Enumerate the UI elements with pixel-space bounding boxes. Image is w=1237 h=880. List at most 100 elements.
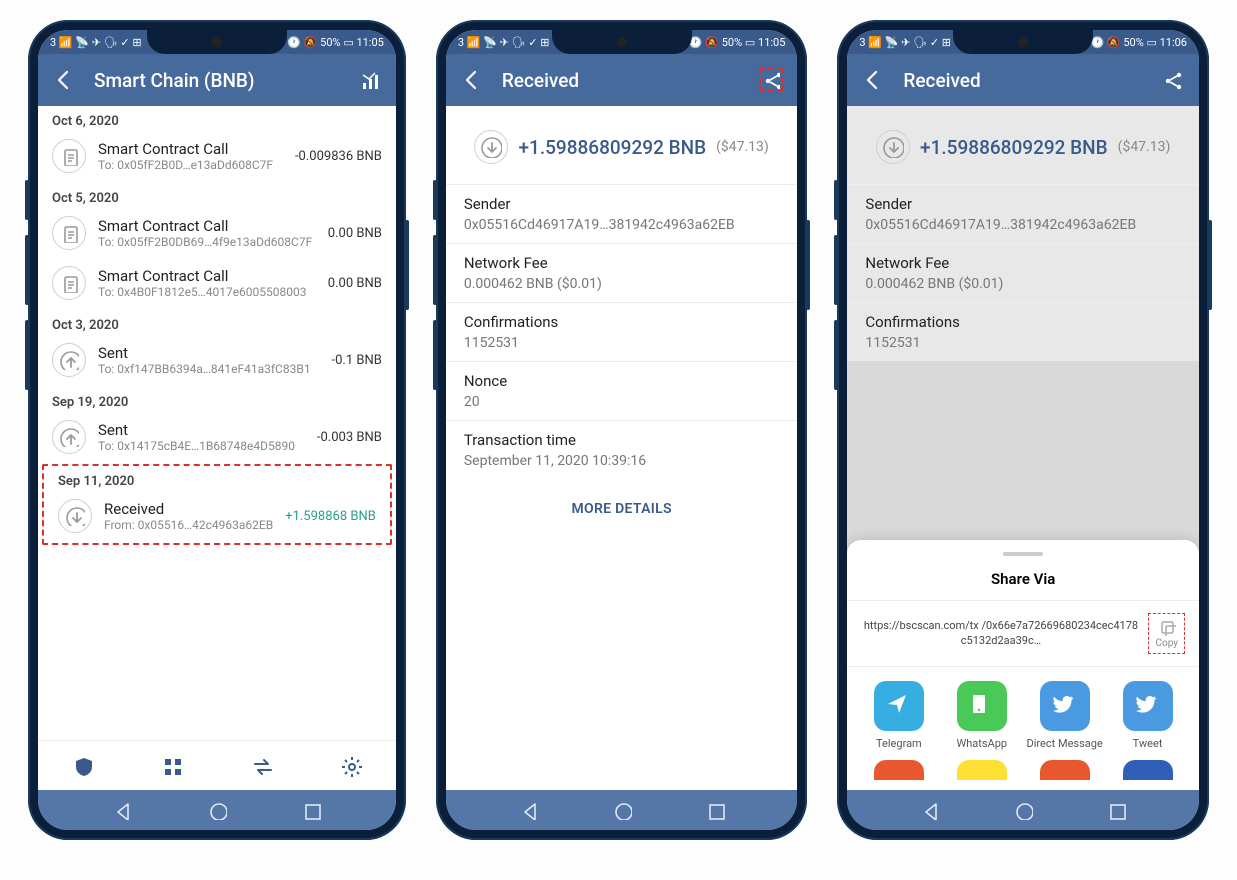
chart-icon[interactable] [358,68,382,92]
detail-value: 0.000462 BNB ($0.01) [464,276,780,292]
detail-row: Confirmations 1152531 [446,302,798,361]
date-header: Oct 3, 2020 [38,310,396,337]
detail-row: Nonce 20 [446,361,798,420]
more-details-button[interactable]: MORE DETAILS [446,479,798,539]
detail-row: Transaction time September 11, 2020 10:3… [446,420,798,479]
tx-amount: +1.59886809292 BNB [518,136,706,159]
nav-back-icon[interactable] [519,800,539,820]
sheet-handle[interactable] [1003,552,1043,556]
received-icon [876,130,910,164]
tx-details: +1.59886809292 BNB ($47.13) Sender 0x055… [446,106,798,790]
share-sheet: Share Via https://bscscan.com/tx /0x66e7… [847,540,1199,790]
dex-tab-icon[interactable] [251,755,273,777]
dapps-tab-icon[interactable] [161,755,183,777]
nav-back-icon[interactable] [920,800,940,820]
detail-label: Transaction time [464,431,780,449]
detail-row: Confirmations1152531 [847,302,1199,361]
tx-details: +1.59886809292 BNB ($47.13) Sender0x0551… [847,106,1199,790]
share-link-text: https://bscscan.com/tx /0x66e7a726696802… [861,619,1140,648]
tx-address: To: 0xf147BB6394a…841eF41a3fC83B1 [98,362,320,376]
tx-amount: 0.00 BNB [328,226,382,241]
app-bar: Received [446,54,798,106]
share-app-partial[interactable] [957,760,1007,780]
tx-title: Smart Contract Call [98,217,316,235]
received-icon [474,130,508,164]
system-nav-bar [38,790,396,830]
share-app-partial[interactable] [1040,760,1090,780]
tx-address: To: 0x05fF2B0D…e13aDd608C7F [98,158,283,172]
share-app-partial[interactable] [1123,760,1173,780]
share-app-tweet[interactable]: Tweet [1106,681,1189,750]
settings-tab-icon[interactable] [340,755,362,777]
date-header: Oct 5, 2020 [38,183,396,210]
app-bar: Smart Chain (BNB) [38,54,396,106]
tx-title: Smart Contract Call [98,267,316,285]
share-icon[interactable] [1161,68,1185,92]
app-bar: Received [847,54,1199,106]
tx-title: Sent [98,421,305,439]
tx-title: Smart Contract Call [98,140,283,158]
phone-mockup-2: 3 📶 📡 ✈ 🗣 ✓ ⊞ ℕ 🕐 🔕 50% ▭ 11:05 Received… [436,20,808,840]
contract-icon [52,266,86,300]
detail-value: 20 [464,394,780,410]
sent-icon [52,343,86,377]
share-icon[interactable] [759,68,783,92]
transaction-row[interactable]: Smart Contract Call To: 0x05fF2B0D…e13aD… [38,133,396,183]
nav-recent-icon[interactable] [705,800,725,820]
back-icon[interactable] [861,68,885,92]
detail-label: Sender [464,195,780,213]
tx-address: To: 0x4B0F1812e5…4017e6005508003 [98,285,316,299]
transaction-row[interactable]: Smart Contract Call To: 0x05fF2B0DB69…4f… [38,210,396,260]
copy-button[interactable]: Copy [1148,613,1185,654]
contract-icon [52,139,86,173]
page-title: Received [903,69,1143,92]
tx-amount: -0.003 BNB [317,430,382,445]
detail-row: Network Fee 0.000462 BNB ($0.01) [446,243,798,302]
detail-row: Network Fee0.000462 BNB ($0.01) [847,243,1199,302]
tx-amount-usd: ($47.13) [716,139,769,155]
tx-amount: +1.598868 BNB [285,509,376,524]
transaction-row[interactable]: Sent To: 0x14175cB4E…1B68748e4D5890 -0.0… [38,414,396,464]
detail-value: 0x05516Cd46917A19…381942c4963a62EB [464,217,780,233]
transactions-list: Oct 6, 2020 Smart Contract Call To: 0x05… [38,106,396,740]
nav-back-icon[interactable] [112,800,132,820]
received-icon [58,499,92,533]
nav-recent-icon[interactable] [1106,800,1126,820]
detail-value: 1152531 [464,335,780,351]
phone-mockup-3: 3 📶 📡 ✈ 🗣 ✓ ⊞ ℕ 🕐 🔕 50% ▭ 11:06 Received… [837,20,1209,840]
date-header: Sep 19, 2020 [38,387,396,414]
contract-icon [52,216,86,250]
tx-amount: +1.59886809292 BNB [920,136,1108,159]
nav-recent-icon[interactable] [301,800,321,820]
share-app-whatsapp[interactable]: WhatsApp [940,681,1023,750]
page-title: Received [502,69,742,92]
system-nav-bar [446,790,798,830]
tx-amount: -0.009836 BNB [295,149,382,164]
nav-home-icon[interactable] [1013,800,1033,820]
share-sheet-title: Share Via [847,566,1199,601]
date-header: Oct 6, 2020 [38,106,396,133]
share-app-partial[interactable] [874,760,924,780]
nav-home-icon[interactable] [612,800,632,820]
detail-label: Confirmations [464,313,780,331]
transaction-row[interactable]: Received From: 0x05516…42c4963a62EB +1.5… [44,493,390,543]
bottom-tab-bar [38,740,396,790]
detail-label: Network Fee [464,254,780,272]
transaction-row[interactable]: Smart Contract Call To: 0x4B0F1812e5…401… [38,260,396,310]
back-icon[interactable] [460,68,484,92]
page-title: Smart Chain (BNB) [94,69,340,92]
detail-label: Nonce [464,372,780,390]
phone-mockup-1: 3 📶 📡 ✈ 🗣 ✓ ⊞ ℕ 🕐 🔕 50% ▭ 11:05 Smart Ch… [28,20,406,840]
tx-amount: -0.1 BNB [332,353,382,368]
share-app-direct-message[interactable]: Direct Message [1023,681,1106,750]
share-app-telegram[interactable]: Telegram [857,681,940,750]
tx-address: To: 0x05fF2B0DB69…4f9e13aDd608C7F [98,235,316,249]
tx-address: From: 0x05516…42c4963a62EB [104,518,273,532]
back-icon[interactable] [52,68,76,92]
date-header: Sep 11, 2020 [44,466,390,493]
nav-home-icon[interactable] [207,800,227,820]
transaction-row[interactable]: Sent To: 0xf147BB6394a…841eF41a3fC83B1 -… [38,337,396,387]
wallet-tab-icon[interactable] [72,755,94,777]
system-nav-bar [847,790,1199,830]
tx-title: Received [104,500,273,518]
